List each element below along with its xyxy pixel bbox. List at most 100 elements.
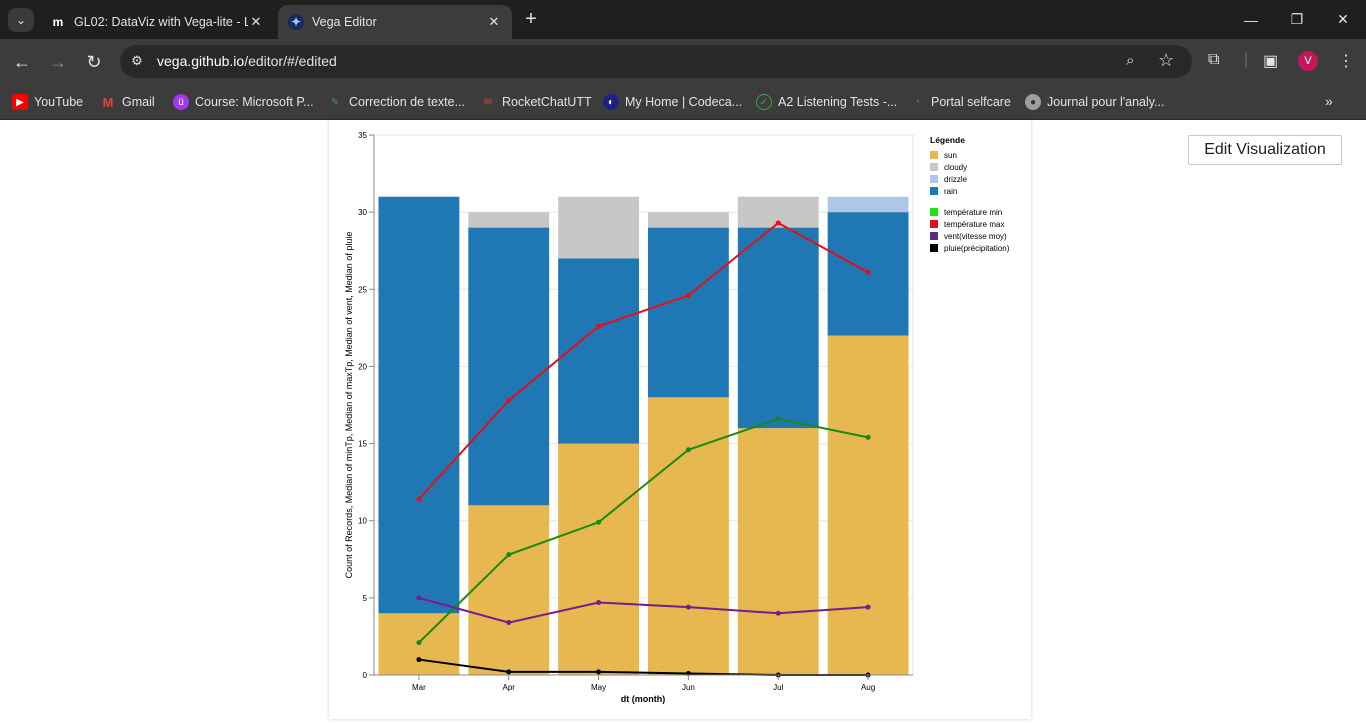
bookmark-portal-selfcare[interactable]: ◔ Portal selfcare	[909, 92, 1011, 112]
edit-visualization-button[interactable]: Edit Visualization	[1188, 135, 1342, 165]
url-path: /editor/#/edited	[244, 53, 337, 69]
chart: 0 5 10 15 20 25 30 35 Mar Apr May Jun Jul Aug dt (mon…	[344, 131, 1010, 704]
bar-sun-apr	[468, 505, 550, 675]
legend-label: drizzle	[944, 175, 968, 184]
bookmark-label: YouTube	[34, 95, 84, 109]
line-point	[596, 599, 602, 605]
tab-gl02[interactable]: m GL02: DataViz with Vega-lite - L ✕	[40, 5, 274, 39]
y-tick-label: 5	[363, 594, 368, 603]
bookmark-youtube[interactable]: ▶ YouTube	[12, 92, 83, 112]
y-tick-label: 25	[358, 285, 367, 294]
menu-icon[interactable]: ⋮	[1338, 51, 1354, 71]
bar-sun-jul	[737, 428, 819, 675]
chevron-down-icon: ⌄	[15, 13, 27, 27]
bookmark-label: A2 Listening Tests -...	[778, 95, 898, 109]
bar-cloudy-apr	[468, 212, 550, 228]
line-point	[865, 269, 871, 275]
line-point	[775, 220, 781, 226]
y-tick-label: 10	[358, 517, 367, 526]
journal-icon: ●	[1025, 94, 1041, 110]
x-tick-label: Aug	[861, 683, 875, 692]
bookmark-label: Correction de texte...	[349, 95, 466, 109]
gmail-icon: M	[102, 94, 114, 110]
bookmark-gmail[interactable]: M Gmail	[100, 92, 155, 112]
check-icon: ✓	[756, 94, 772, 110]
line-point	[506, 397, 512, 403]
tab-vega-editor[interactable]: ✦ Vega Editor ✕	[278, 5, 512, 39]
legend-label: température max	[944, 220, 1004, 229]
bookmark-label: My Home | Codeca...	[625, 95, 743, 109]
bookmark-rocketchat[interactable]: ✉ RocketChatUTT	[480, 92, 592, 112]
line-point	[506, 552, 512, 558]
new-tab-button[interactable]: +	[520, 8, 542, 30]
line-point	[865, 604, 871, 610]
bookmarks-bar: ▶ YouTube M Gmail ü Course: Microsoft P... …	[0, 85, 1366, 120]
portal-icon: ◔	[913, 96, 921, 108]
y-tick-label: 35	[358, 131, 367, 140]
reload-button[interactable]: ↻	[80, 48, 108, 76]
line-point	[416, 640, 422, 646]
editor-content: 0 5 10 15 20 25 30 35 Mar Apr May Jun Jul Aug dt (mon…	[0, 120, 1366, 719]
rocketchat-icon: ✉	[483, 96, 493, 108]
line-point	[416, 496, 422, 502]
reload-icon: ↻	[86, 51, 102, 72]
bar-sun-may	[558, 443, 640, 675]
bar-rain-may	[558, 258, 640, 444]
line-point	[685, 604, 691, 610]
line-point	[865, 434, 871, 440]
bar-rain-mar	[378, 196, 460, 614]
bookmark-correction[interactable]: ✎ Correction de texte...	[327, 92, 465, 112]
x-tick-label: Jun	[682, 683, 695, 692]
codecademy-icon: ◐	[603, 94, 619, 110]
minimize-button[interactable]: —	[1228, 0, 1274, 39]
bookmark-journal[interactable]: ● Journal pour l'analy...	[1025, 92, 1165, 112]
youtube-icon: ▶	[12, 94, 28, 110]
close-tab-icon[interactable]: ✕	[486, 14, 502, 30]
y-axis-title: Count of Records, Median of minTp, Media…	[344, 232, 354, 579]
arrow-left-icon: ←	[13, 51, 31, 72]
x-tick-label: May	[591, 683, 606, 692]
more-bookmarks-icon[interactable]: »	[1325, 93, 1333, 109]
vega-icon: ✦	[288, 14, 304, 30]
x-tick-label: Mar	[412, 683, 426, 692]
line-point	[596, 323, 602, 329]
site-info-icon[interactable]: ⚙	[128, 53, 146, 71]
restore-button[interactable]: ❐	[1274, 0, 1320, 39]
bookmark-course[interactable]: ü Course: Microsoft P...	[173, 92, 314, 112]
y-tick-label: 30	[358, 208, 367, 217]
close-window-button[interactable]: ✕	[1320, 0, 1366, 39]
line-point	[775, 416, 781, 422]
legend-label: pluie(précipitation)	[944, 244, 1010, 253]
pen-icon: ✎	[330, 96, 340, 108]
legend-label: vent(vitesse moy)	[944, 232, 1007, 241]
tab-strip: ⌄ m GL02: DataViz with Vega-lite - L ✕ ✦…	[0, 0, 1366, 39]
bar-rain-apr	[468, 227, 550, 506]
visualization-panel: 0 5 10 15 20 25 30 35 Mar Apr May Jun Jul Aug dt (mon…	[329, 120, 1031, 719]
forward-button[interactable]: →	[44, 48, 72, 76]
url-text[interactable]: vega.github.io/editor/#/edited	[157, 53, 337, 69]
browser-toolbar: ← → ↻ ⚙ vega.github.io/editor/#/edited ⌕…	[0, 39, 1366, 85]
bookmark-label: Portal selfcare	[931, 95, 1011, 109]
line-point	[685, 447, 691, 453]
back-button[interactable]: ←	[8, 48, 36, 76]
tab-search-button[interactable]: ⌄	[8, 8, 34, 32]
bookmark-codecademy[interactable]: ◐ My Home | Codeca...	[603, 92, 742, 112]
x-tick-label: Apr	[503, 683, 516, 692]
legend-label: sun	[944, 151, 957, 160]
legend-swatch	[930, 244, 938, 252]
bookmark-label: Course: Microsoft P...	[195, 95, 314, 109]
line-point	[506, 620, 512, 626]
legend-label: température min	[944, 208, 1002, 217]
bookmark-a2-listening[interactable]: ✓ A2 Listening Tests -...	[756, 92, 897, 112]
zoom-icon[interactable]: ⌕	[1126, 52, 1134, 69]
legend: Légende sun cloudy drizzle rain température m…	[930, 135, 1010, 253]
close-tab-icon[interactable]: ✕	[248, 14, 264, 30]
address-bar[interactable]: ⚙ vega.github.io/editor/#/edited ⌕ ☆	[120, 45, 1192, 78]
bookmark-label: Gmail	[122, 95, 155, 109]
extensions-icon[interactable]: ⧉	[1208, 51, 1219, 69]
legend-swatch	[930, 151, 938, 159]
profile-avatar[interactable]: V	[1298, 51, 1318, 71]
bookmark-star-icon[interactable]: ☆	[1158, 50, 1174, 71]
side-panel-icon[interactable]: ▣	[1263, 51, 1278, 71]
tab-title: GL02: DataViz with Vega-lite - L	[74, 15, 248, 29]
